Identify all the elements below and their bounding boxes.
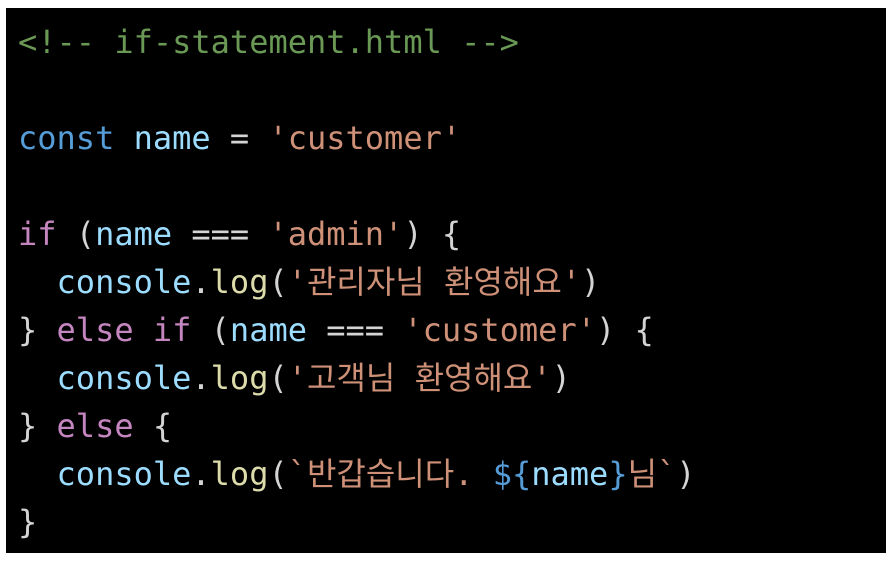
code-token-plain: ) { bbox=[595, 311, 654, 349]
code-editor-panel: <!-- if-statement.html --> const name = '… bbox=[6, 8, 886, 553]
code-token-plain: ) bbox=[676, 455, 696, 493]
code-block: <!-- if-statement.html --> const name = '… bbox=[18, 18, 696, 546]
code-token-variable: console bbox=[56, 263, 192, 301]
code-token-variable: name bbox=[229, 311, 307, 349]
code-token-plain: { bbox=[133, 407, 173, 445]
code-line: console.log('관리자님 환영해요') bbox=[18, 258, 696, 306]
code-line: if (name === 'admin') { bbox=[18, 210, 696, 258]
code-token-plain: ( bbox=[56, 215, 96, 253]
code-token-plain: . bbox=[191, 455, 211, 493]
code-token-string: '고객님 환영해요' bbox=[287, 359, 552, 397]
code-token-string: '관리자님 환영해요' bbox=[287, 263, 582, 301]
code-token-keyword: } bbox=[608, 455, 628, 493]
code-token-variable: console bbox=[56, 359, 192, 397]
code-token-keyword: const bbox=[18, 119, 115, 157]
code-line: <!-- if-statement.html --> bbox=[18, 18, 696, 66]
code-token-function: log bbox=[210, 359, 269, 397]
code-token-plain: } bbox=[18, 311, 57, 349]
code-token-function: log bbox=[210, 455, 269, 493]
code-token-string: 'customer' bbox=[403, 311, 596, 349]
code-token-comment: <!-- if-statement.html --> bbox=[18, 23, 519, 61]
code-token-plain: ) bbox=[551, 359, 571, 397]
code-token-variable: name bbox=[133, 119, 211, 157]
code-token-plain: ( bbox=[268, 455, 288, 493]
code-token-control: else bbox=[56, 311, 134, 349]
code-token-string: 'admin' bbox=[268, 215, 404, 253]
code-line: } else { bbox=[18, 402, 696, 450]
code-token-control: else bbox=[56, 407, 134, 445]
code-token-plain: . bbox=[191, 359, 211, 397]
code-line: } bbox=[18, 498, 696, 546]
code-token-plain: ) bbox=[581, 263, 601, 301]
code-token-variable: name bbox=[95, 215, 173, 253]
code-line: } else if (name === 'customer') { bbox=[18, 306, 696, 354]
code-token-function: log bbox=[210, 263, 269, 301]
code-token-plain: === bbox=[306, 311, 404, 349]
code-line: console.log('고객님 환영해요') bbox=[18, 354, 696, 402]
code-line: console.log(`반갑습니다. ${name}님`) bbox=[18, 450, 696, 498]
code-token-variable: name bbox=[531, 455, 609, 493]
code-token-plain: ( bbox=[191, 311, 230, 349]
code-token-plain: = bbox=[210, 119, 269, 157]
code-token-plain: === bbox=[172, 215, 269, 253]
code-token-plain: . bbox=[191, 263, 211, 301]
code-token-control: if bbox=[18, 215, 57, 253]
code-token-plain: } bbox=[18, 503, 38, 541]
code-token-keyword: ${ bbox=[492, 455, 532, 493]
code-token-string: `반갑습니다. bbox=[287, 455, 493, 493]
code-token-string: 'customer' bbox=[268, 119, 462, 157]
code-token-plain: ( bbox=[268, 263, 288, 301]
code-token-control: if bbox=[152, 311, 192, 349]
code-token-variable: console bbox=[56, 455, 192, 493]
code-token-plain: ) { bbox=[403, 215, 462, 253]
code-line: const name = 'customer' bbox=[18, 114, 696, 162]
code-token-string: 님` bbox=[627, 455, 677, 493]
code-token-plain: } bbox=[18, 407, 57, 445]
code-token-plain: ( bbox=[268, 359, 288, 397]
